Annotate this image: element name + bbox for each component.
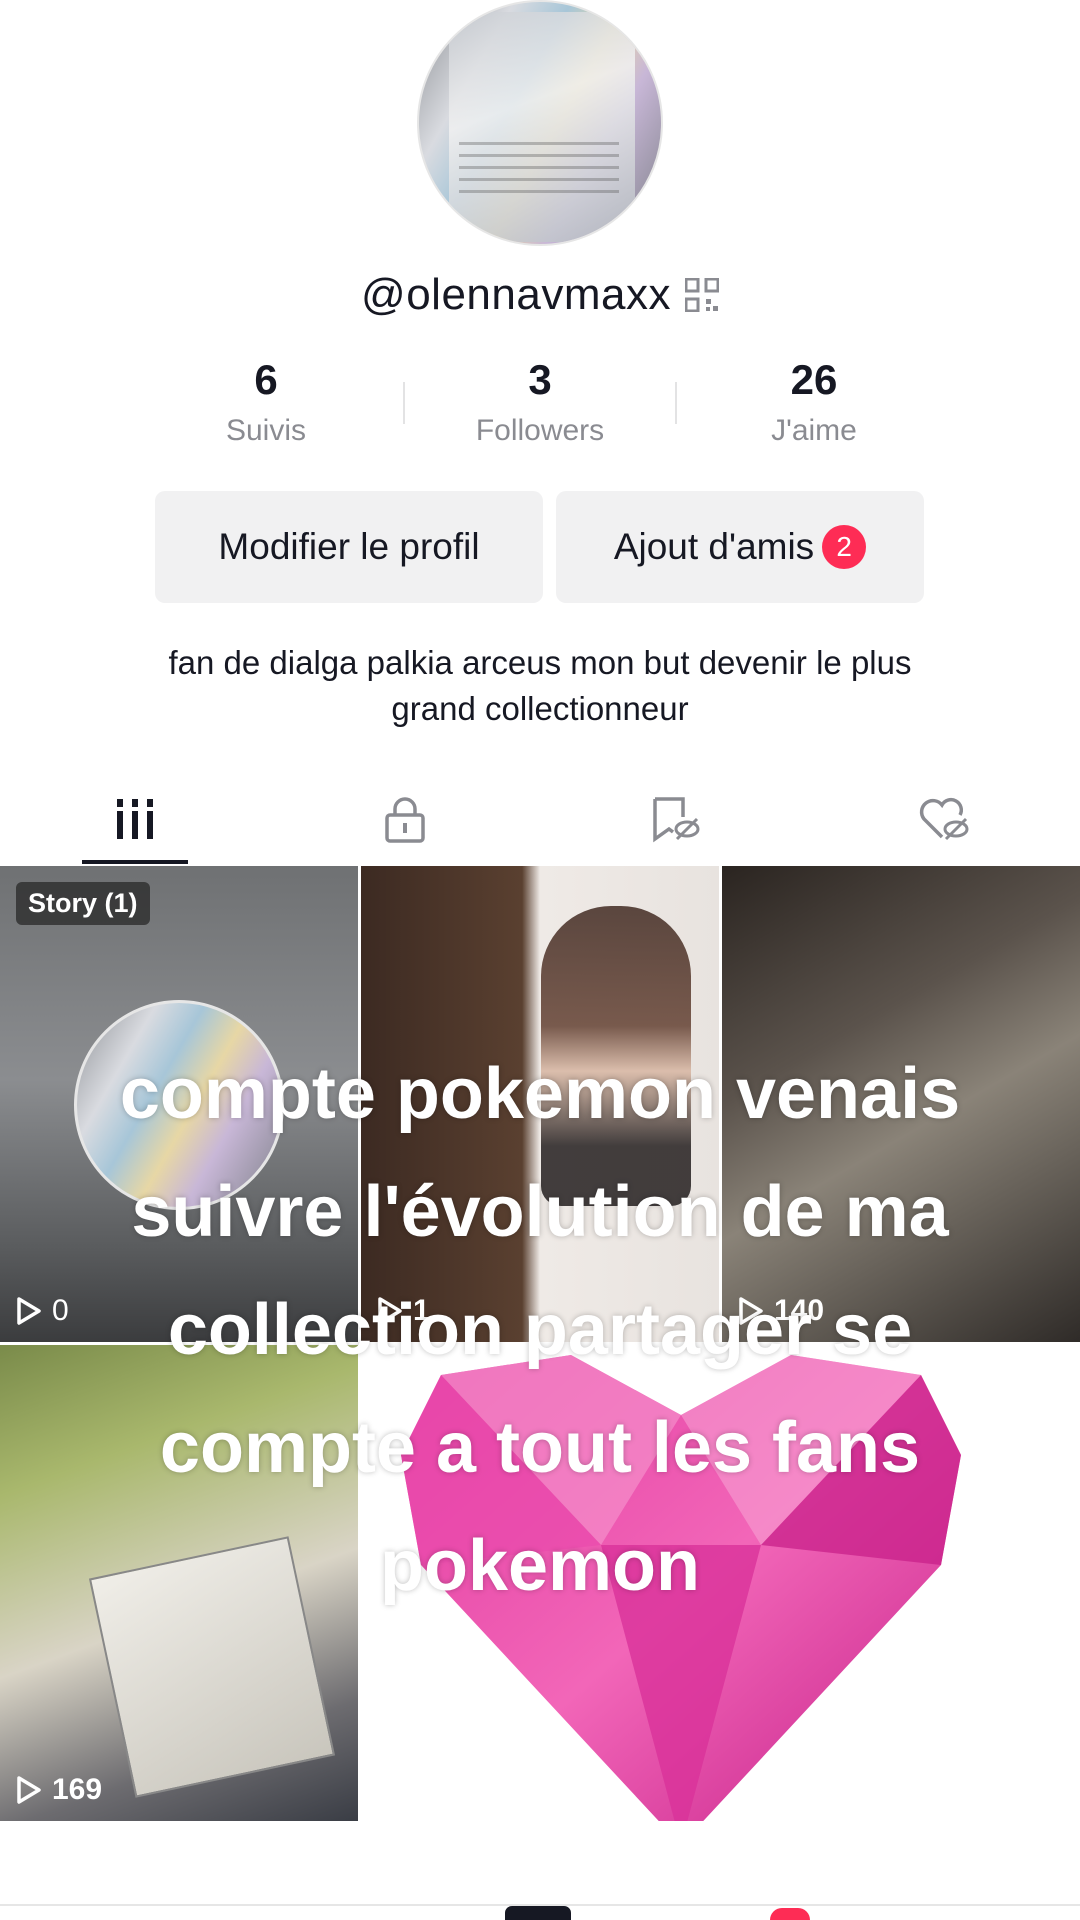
overlay-caption: compte pokemon venais suivre l'évolution… [40, 1035, 1040, 1625]
qr-code-icon[interactable] [684, 277, 720, 313]
lock-icon [381, 795, 429, 848]
caption-line: suivre l'évolution de ma [131, 1172, 949, 1252]
stat-label: Followers [475, 414, 605, 447]
heart-hidden-icon [918, 795, 972, 848]
stat-value: 26 [790, 356, 838, 403]
content-tabs [0, 776, 1080, 866]
tab-videos[interactable] [90, 776, 180, 866]
profile-bio: fan de dialga palkia arceus mon but deve… [120, 640, 960, 732]
play-icon [17, 1297, 41, 1325]
play-icon [17, 1776, 41, 1804]
stat-following[interactable]: 6 Suivis [129, 352, 403, 448]
add-friends-button[interactable]: Ajout d'amis 2 [556, 491, 924, 603]
avatar-card-text [459, 142, 619, 202]
stat-label: J'aime [771, 414, 857, 447]
stat-followers[interactable]: 3 Followers [403, 352, 677, 448]
nav-notification-dot [770, 1908, 810, 1920]
tab-private[interactable] [360, 776, 450, 866]
avatar-card-image [449, 12, 635, 242]
bookmark-hidden-icon [649, 795, 701, 848]
caption-line: collection partager se [167, 1290, 913, 1370]
view-count: 169 [16, 1773, 102, 1807]
caption-line: compte pokemon venais [119, 1054, 961, 1134]
stat-likes[interactable]: 26 J'aime [677, 352, 951, 448]
story-badge: Story (1) [16, 882, 150, 925]
stat-label: Suivis [225, 414, 307, 447]
tab-liked[interactable] [900, 776, 990, 866]
friends-count-badge: 2 [822, 525, 867, 569]
profile-avatar[interactable] [417, 0, 663, 246]
bio-line: fan de dialga palkia arceus mon but deve… [168, 644, 912, 681]
username-row: @olennavmaxx [0, 270, 1080, 320]
stat-divider [403, 382, 405, 424]
caption-line: compte a tout les fans [159, 1408, 921, 1488]
profile-stats: 6 Suivis 3 Followers 26 J'aime [0, 352, 1080, 448]
bio-line: grand collectionneur [391, 690, 689, 727]
stat-value: 6 [254, 356, 278, 403]
nav-create-button-edge[interactable] [505, 1906, 571, 1920]
tab-saved[interactable] [630, 776, 720, 866]
tab-selected-indicator [82, 860, 188, 864]
edit-profile-button[interactable]: Modifier le profil [155, 491, 543, 603]
username: @olennavmaxx [361, 270, 671, 319]
view-count-value: 169 [52, 1773, 103, 1806]
grid-icon [113, 797, 157, 846]
caption-line: pokemon [379, 1526, 701, 1606]
add-friends-label: Ajout d'amis [613, 526, 815, 567]
stat-value: 3 [528, 356, 552, 403]
edit-profile-label: Modifier le profil [218, 526, 480, 567]
